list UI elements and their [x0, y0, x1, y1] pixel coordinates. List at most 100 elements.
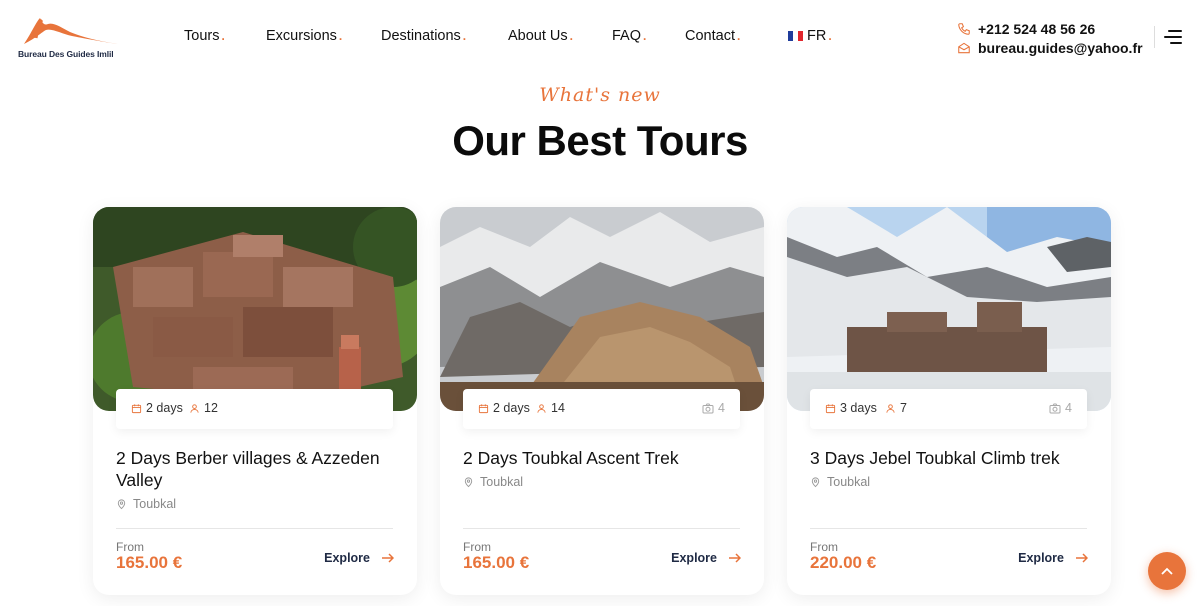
section-eyebrow: What's new: [539, 84, 661, 106]
chevron-up-icon: [1161, 567, 1173, 575]
group-size: 7: [885, 401, 907, 415]
explore-label: Explore: [1018, 551, 1064, 565]
duration: 2 days: [131, 401, 183, 415]
location-pin-icon: [811, 477, 820, 488]
duration: 2 days: [478, 401, 530, 415]
price-from-label: From: [810, 540, 838, 554]
nav-item-excursions[interactable]: Excursions.: [266, 28, 342, 44]
arrow-right-icon: [1076, 553, 1088, 563]
tour-card[interactable]: 3 days 7 4 3 Days Jebel Toubkal Climb tr…: [787, 207, 1111, 595]
nav-dot: .: [462, 29, 467, 43]
phone-icon: [958, 22, 970, 35]
site-header: Bureau Des Guides Imlil Tours. Excursion…: [0, 0, 1200, 78]
card-divider: [116, 528, 393, 529]
duration: 3 days: [825, 401, 877, 415]
arrow-right-icon: [382, 553, 394, 563]
nav-item-tours[interactable]: Tours.: [184, 28, 225, 44]
tour-meta-bar: 2 days 12: [116, 389, 393, 429]
nav-dot: .: [221, 29, 225, 43]
nav-dot: .: [338, 29, 343, 43]
tour-title[interactable]: 3 Days Jebel Toubkal Climb trek: [810, 447, 1095, 469]
person-icon: [886, 403, 895, 413]
language-label: FR: [807, 28, 827, 44]
phone-link[interactable]: +212 524 48 56 26: [957, 19, 1143, 38]
duration-text: 2 days: [146, 401, 183, 415]
camera-icon: [702, 403, 714, 413]
site-logo[interactable]: Bureau Des Guides Imlil: [18, 14, 128, 62]
nav-dot: .: [736, 29, 741, 43]
explore-label: Explore: [324, 551, 370, 565]
tour-image[interactable]: [440, 207, 764, 411]
tour-meta-bar: 2 days 14 4: [463, 389, 740, 429]
nav-dot: .: [643, 29, 647, 43]
tour-title[interactable]: 2 Days Toubkal Ascent Trek: [463, 447, 748, 469]
nav-label: Excursions: [266, 28, 337, 44]
photo-count-text: 4: [1065, 401, 1072, 415]
tour-price: 165.00 €: [116, 553, 183, 572]
person-icon: [537, 403, 546, 413]
snowy-refuge-photo: [787, 207, 1111, 411]
price-from-label: From: [116, 540, 144, 554]
location-pin-icon: [117, 499, 126, 510]
photo-count[interactable]: 4: [702, 401, 725, 415]
nav-label: About Us: [508, 28, 568, 44]
duration-text: 2 days: [493, 401, 530, 415]
tour-title[interactable]: 2 Days Berber villages & Azzeden Valley: [116, 447, 401, 491]
village-photo: [93, 207, 417, 411]
flag-fr-icon: [788, 31, 803, 41]
group-size-text: 7: [900, 401, 907, 415]
header-divider: [1154, 26, 1155, 48]
email-address: bureau.guides@yahoo.fr: [978, 39, 1143, 56]
hamburger-menu-icon[interactable]: [1164, 30, 1182, 44]
language-switcher[interactable]: FR.: [788, 28, 832, 44]
section-title: Our Best Tours: [452, 117, 748, 164]
tour-location: Toubkal: [463, 475, 523, 489]
nav-label: Contact: [685, 28, 735, 44]
location-text: Toubkal: [827, 475, 871, 489]
camera-icon: [1049, 403, 1061, 413]
group-size: 12: [189, 401, 218, 415]
photo-count-text: 4: [718, 401, 725, 415]
explore-link[interactable]: Explore: [1018, 551, 1088, 565]
tour-meta-bar: 3 days 7 4: [810, 389, 1087, 429]
calendar-icon: [478, 403, 489, 413]
nav-item-faq[interactable]: FAQ.: [612, 28, 646, 44]
card-divider: [810, 528, 1087, 529]
email-link[interactable]: bureau.guides@yahoo.fr: [957, 38, 1143, 57]
calendar-icon: [825, 403, 836, 413]
explore-link[interactable]: Explore: [324, 551, 394, 565]
nav-dot: .: [828, 29, 832, 43]
nav-item-about-us[interactable]: About Us.: [508, 28, 573, 44]
explore-link[interactable]: Explore: [671, 551, 741, 565]
nav-item-contact[interactable]: Contact.: [685, 28, 740, 44]
phone-number: +212 524 48 56 26: [978, 20, 1096, 37]
location-text: Toubkal: [133, 497, 177, 511]
tour-location: Toubkal: [810, 475, 870, 489]
logo-text: Bureau Des Guides Imlil: [18, 49, 114, 59]
group-size-text: 14: [551, 401, 565, 415]
tour-image[interactable]: [787, 207, 1111, 411]
nav-label: Tours: [184, 28, 220, 44]
explore-label: Explore: [671, 551, 717, 565]
card-divider: [463, 528, 740, 529]
tour-price: 220.00 €: [810, 553, 877, 572]
scroll-to-top-button[interactable]: [1148, 552, 1186, 590]
tour-card[interactable]: 2 days 14 4 2 Days Toubkal Ascent Trek T…: [440, 207, 764, 595]
price-from-label: From: [463, 540, 491, 554]
group-size: 14: [536, 401, 565, 415]
calendar-icon: [131, 403, 142, 413]
person-icon: [190, 403, 199, 413]
group-size-text: 12: [204, 401, 218, 415]
envelope-icon: [958, 42, 970, 53]
nav-label: Destinations: [381, 28, 461, 44]
header-contact: +212 524 48 56 26 bureau.guides@yahoo.fr: [957, 19, 1143, 57]
tour-image[interactable]: [93, 207, 417, 411]
tour-card[interactable]: 2 days 12 2 Days Berber villages & Azzed…: [93, 207, 417, 595]
nav-item-destinations[interactable]: Destinations.: [381, 28, 466, 44]
location-text: Toubkal: [480, 475, 524, 489]
tour-price: 165.00 €: [463, 553, 530, 572]
nav-label: FAQ: [612, 28, 642, 44]
photo-count[interactable]: 4: [1049, 401, 1072, 415]
nav-dot: .: [569, 29, 573, 43]
mountain-logo-icon: [24, 18, 118, 44]
